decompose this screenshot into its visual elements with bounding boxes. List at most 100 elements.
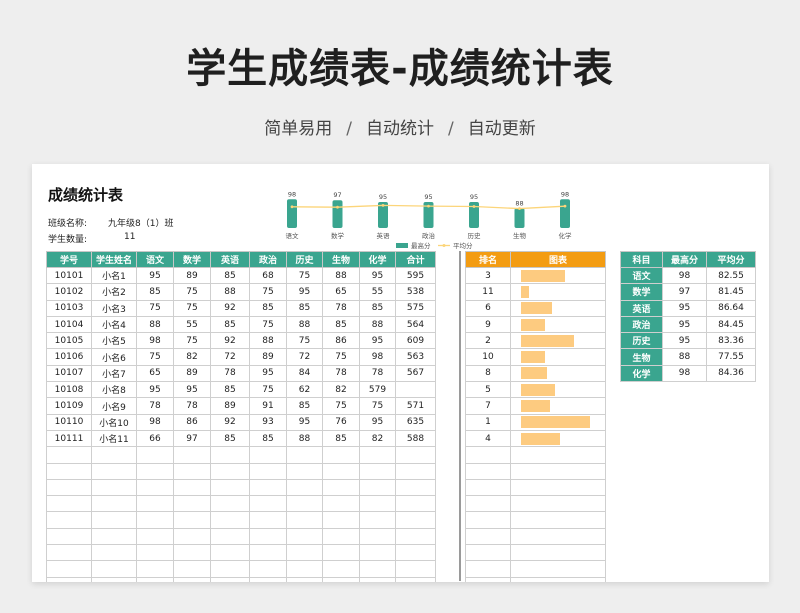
table-cell[interactable] (322, 446, 360, 464)
table-cell[interactable] (249, 544, 287, 562)
table-cell[interactable] (465, 511, 511, 529)
table-cell[interactable]: 89 (173, 364, 211, 383)
table-cell[interactable] (465, 446, 511, 464)
table-cell[interactable]: 小名9 (91, 397, 137, 415)
table-cell[interactable] (136, 527, 174, 546)
table-cell[interactable]: 88 (249, 332, 287, 350)
table-cell[interactable]: 75 (359, 397, 396, 415)
subject-name-cell[interactable]: 政治 (620, 315, 663, 334)
table-cell[interactable] (46, 576, 92, 582)
table-cell[interactable]: 78 (359, 364, 396, 383)
table-cell[interactable] (510, 495, 606, 513)
subject-name-cell[interactable]: 化学 (620, 364, 663, 383)
table-cell[interactable]: 10103 (46, 299, 92, 317)
table-cell[interactable]: 65 (136, 364, 174, 383)
table-cell[interactable]: 10101 (46, 266, 92, 285)
table-cell[interactable] (322, 544, 360, 562)
table-cell[interactable]: 98 (662, 266, 707, 285)
table-cell[interactable] (249, 560, 287, 578)
table-cell[interactable] (359, 495, 396, 513)
table-cell[interactable] (173, 478, 211, 497)
table-cell[interactable] (395, 495, 436, 513)
table-cell[interactable]: 78 (322, 364, 360, 383)
table-cell[interactable]: 98 (136, 332, 174, 350)
table-cell[interactable]: 88 (662, 348, 707, 366)
table-cell[interactable]: 85 (210, 429, 250, 448)
table-cell[interactable]: 85 (359, 299, 396, 317)
table-cell[interactable] (322, 495, 360, 513)
table-cell[interactable]: 571 (395, 397, 436, 415)
table-cell[interactable]: 75 (322, 348, 360, 366)
table-cell[interactable]: 10107 (46, 364, 92, 383)
rank-bar-cell[interactable] (510, 364, 606, 383)
table-cell[interactable]: 75 (286, 332, 323, 350)
table-cell[interactable] (46, 560, 92, 578)
table-cell[interactable]: 95 (359, 266, 396, 285)
table-cell[interactable] (210, 544, 250, 562)
table-cell[interactable]: 10109 (46, 397, 92, 415)
table-cell[interactable]: 84.36 (706, 364, 756, 383)
table-cell[interactable]: 85 (322, 429, 360, 448)
rank-cell[interactable]: 6 (465, 299, 511, 317)
table-cell[interactable] (136, 462, 174, 480)
table-cell[interactable]: 75 (136, 299, 174, 317)
table-cell[interactable] (359, 478, 396, 497)
rank-cell[interactable]: 4 (465, 429, 511, 448)
rank-bar-cell[interactable] (510, 283, 606, 301)
table-cell[interactable] (46, 527, 92, 546)
table-cell[interactable]: 86 (322, 332, 360, 350)
table-cell[interactable] (286, 576, 323, 582)
table-cell[interactable] (359, 544, 396, 562)
subject-name-cell[interactable]: 生物 (620, 348, 663, 366)
rank-bar-cell[interactable] (510, 381, 606, 399)
table-cell[interactable]: 55 (173, 315, 211, 334)
table-cell[interactable]: 95 (662, 299, 707, 317)
table-cell[interactable]: 68 (249, 266, 287, 285)
table-cell[interactable] (173, 446, 211, 464)
table-cell[interactable] (395, 576, 436, 582)
table-cell[interactable] (395, 560, 436, 578)
table-cell[interactable] (91, 462, 137, 480)
rank-bar-cell[interactable] (510, 299, 606, 317)
table-cell[interactable] (173, 462, 211, 480)
table-cell[interactable] (510, 527, 606, 546)
table-cell[interactable]: 85 (286, 397, 323, 415)
table-cell[interactable]: 75 (173, 332, 211, 350)
table-cell[interactable]: 609 (395, 332, 436, 350)
table-cell[interactable]: 72 (210, 348, 250, 366)
table-cell[interactable]: 75 (286, 266, 323, 285)
table-cell[interactable] (286, 478, 323, 497)
table-cell[interactable]: 84.45 (706, 315, 756, 334)
rank-cell[interactable]: 5 (465, 381, 511, 399)
table-cell[interactable]: 95 (662, 315, 707, 334)
table-cell[interactable] (210, 576, 250, 582)
table-cell[interactable]: 小名8 (91, 381, 137, 399)
table-cell[interactable]: 95 (249, 364, 287, 383)
table-cell[interactable] (210, 495, 250, 513)
table-cell[interactable] (46, 478, 92, 497)
subject-name-cell[interactable]: 历史 (620, 332, 663, 350)
table-cell[interactable] (465, 576, 511, 582)
table-cell[interactable] (359, 527, 396, 546)
table-cell[interactable]: 564 (395, 315, 436, 334)
table-cell[interactable]: 小名4 (91, 315, 137, 334)
table-cell[interactable] (249, 478, 287, 497)
table-cell[interactable]: 82 (322, 381, 360, 399)
table-cell[interactable] (286, 560, 323, 578)
table-cell[interactable] (173, 544, 211, 562)
table-cell[interactable]: 95 (173, 381, 211, 399)
table-cell[interactable]: 97 (173, 429, 211, 448)
table-cell[interactable] (359, 462, 396, 480)
table-cell[interactable]: 83.36 (706, 332, 756, 350)
table-cell[interactable] (46, 544, 92, 562)
table-cell[interactable]: 88 (322, 266, 360, 285)
table-cell[interactable]: 75 (173, 283, 211, 301)
table-cell[interactable] (136, 511, 174, 529)
table-cell[interactable] (249, 527, 287, 546)
table-cell[interactable] (322, 462, 360, 480)
table-cell[interactable] (173, 560, 211, 578)
rank-bar-cell[interactable] (510, 348, 606, 366)
table-cell[interactable]: 78 (210, 364, 250, 383)
table-cell[interactable] (395, 381, 436, 399)
table-cell[interactable]: 88 (136, 315, 174, 334)
